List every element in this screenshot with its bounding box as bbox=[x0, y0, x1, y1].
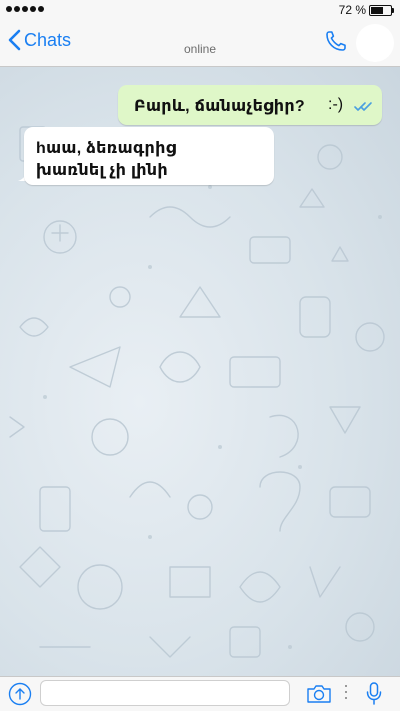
battery-icon bbox=[369, 5, 394, 16]
attach-button[interactable] bbox=[8, 682, 32, 711]
camera-icon bbox=[307, 685, 331, 703]
contact-avatar[interactable] bbox=[356, 24, 394, 62]
chat-header: Chats online bbox=[0, 20, 400, 67]
phone-icon bbox=[326, 31, 346, 51]
microphone-icon bbox=[366, 682, 382, 705]
outgoing-message[interactable]: Բարև, ճանաչեցիր? :-) bbox=[118, 85, 382, 125]
separator-dots bbox=[345, 685, 348, 703]
chat-area[interactable]: Բարև, ճանաչեցիր? :-) hաա, ձեռագրից խառնե… bbox=[0, 67, 400, 676]
signal-strength-icon bbox=[6, 6, 44, 12]
camera-button[interactable] bbox=[306, 684, 332, 709]
double-check-icon bbox=[354, 102, 372, 111]
upload-arrow-icon bbox=[8, 682, 32, 706]
message-composer bbox=[0, 676, 400, 711]
call-button[interactable] bbox=[324, 29, 348, 58]
incoming-message[interactable]: hաա, ձեռագրից խառնել չի լինի bbox=[24, 127, 274, 185]
message-text-line: hաա, ձեռագրից bbox=[36, 140, 177, 157]
status-bar: 72 % bbox=[0, 0, 400, 20]
voice-record-button[interactable] bbox=[366, 681, 382, 712]
message-emoticon: :-) bbox=[328, 96, 344, 113]
message-text-line: խառնել չի լինի bbox=[36, 162, 168, 179]
battery-percentage: 72 % bbox=[338, 3, 366, 17]
message-input[interactable] bbox=[40, 680, 290, 706]
message-text: Բարև, ճանաչեցիր? bbox=[134, 98, 305, 115]
